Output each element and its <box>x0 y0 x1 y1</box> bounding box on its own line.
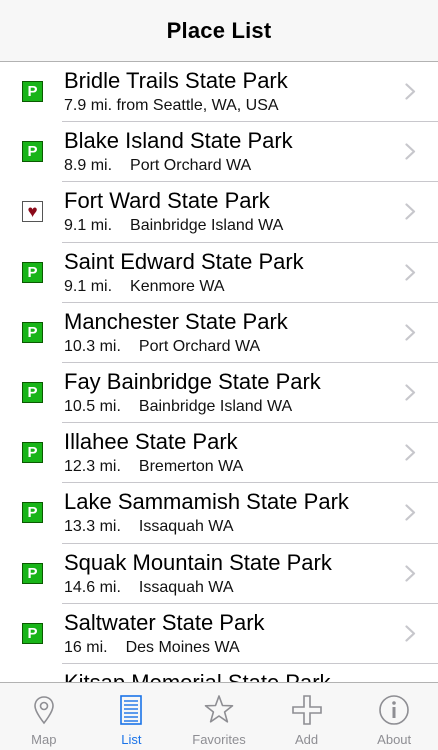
chevron-right-icon <box>405 564 416 582</box>
place-location: Issaquah WA <box>138 518 234 536</box>
place-name: Saint Edward State Park <box>64 248 304 274</box>
place-distance: 9.1 mi. <box>64 217 113 235</box>
place-location: Bainbridge Island WA <box>138 397 293 415</box>
place-detail: 10.3 mi. Port Orchard WA <box>64 338 260 356</box>
place-detail: 9.1 mi. Kenmore WA <box>64 278 225 296</box>
place-name: Bridle Trails State Park <box>64 68 288 93</box>
place-detail: 10.5 mi. Bainbridge Island WA <box>64 398 292 416</box>
place-name: Fort Ward State Park <box>64 188 270 214</box>
list-item[interactable]: P Kitsap Memorial State Park <box>0 664 438 682</box>
list-item[interactable]: P Bridle Trails State Park 7.9 mi. from … <box>0 62 438 123</box>
place-detail: 16 mi. Des Moines WA <box>64 639 240 657</box>
place-name: Squak Mountain State Park <box>64 549 332 575</box>
list-item[interactable]: P Saltwater State Park 16 mi. Des Moines … <box>0 604 438 664</box>
list-item[interactable]: P Manchester State Park 10.3 mi. Port Orc… <box>0 303 438 363</box>
tab-add[interactable]: Add <box>263 683 351 750</box>
place-name: Lake Sammamish State Park <box>64 489 349 515</box>
place-distance: 7.9 mi. from Seattle, WA, USA <box>64 97 279 114</box>
chevron-right-icon <box>405 625 416 642</box>
plus-icon <box>291 695 322 725</box>
chevron-right-icon <box>405 263 416 281</box>
tab-favorites[interactable]: Favorites <box>175 683 263 750</box>
list-item[interactable]: P Illahee State Park 12.3 mi. Bremerton W… <box>0 423 438 484</box>
tab-bar: Map List Favorites Add About <box>0 682 438 750</box>
place-location: Bremerton WA <box>138 458 244 476</box>
place-distance: 9.1 mi. <box>64 277 113 295</box>
place-name: Fay Bainbridge State Park <box>64 368 321 394</box>
list-item[interactable]: P Squak Mountain State Park 14.6 mi. Issa… <box>0 544 438 604</box>
park-icon: P <box>22 562 43 584</box>
place-location: Bainbridge Island WA <box>130 217 284 235</box>
tab-label: About <box>377 732 412 747</box>
place-location: Issaquah WA <box>138 578 234 596</box>
place-detail: 14.6 mi. Issaquah WA <box>64 579 233 597</box>
tab-label: Favorites <box>192 732 246 747</box>
park-icon: P <box>22 321 43 343</box>
chevron-right-icon <box>405 444 416 461</box>
tab-list[interactable]: List <box>88 683 176 750</box>
list-item[interactable]: P Blake Island State Park 8.9 mi. Port Or… <box>0 122 438 183</box>
tab-label: Map <box>31 732 57 747</box>
list-icon <box>120 695 143 725</box>
place-detail: 8.9 mi. Port Orchard WA <box>64 157 251 175</box>
map-pin-icon <box>33 696 54 725</box>
park-icon: P <box>22 81 43 102</box>
place-detail: 12.3 mi. Bremerton WA <box>64 458 243 476</box>
park-icon: P <box>22 622 43 644</box>
list-item[interactable]: ♥ Fort Ward State Park 9.1 mi. Bainbridge… <box>0 182 438 243</box>
place-distance: 10.5 mi. <box>64 397 121 415</box>
place-distance: 10.3 mi. <box>64 337 121 355</box>
chevron-right-icon <box>405 143 416 160</box>
tab-map[interactable]: Map <box>0 683 88 750</box>
tab-about[interactable]: About <box>350 683 438 750</box>
place-distance: 14.6 mi. <box>64 578 121 596</box>
chevron-right-icon <box>405 203 416 220</box>
place-distance: 12.3 mi. <box>64 458 121 476</box>
chevron-right-icon <box>405 504 416 521</box>
info-icon <box>379 695 409 725</box>
place-detail: 13.3 mi. Issaquah WA <box>64 518 233 536</box>
place-name: Kitsap Memorial State Park <box>64 670 331 682</box>
park-icon: P <box>22 381 43 403</box>
place-detail: 9.1 mi. Bainbridge Island WA <box>64 217 283 235</box>
place-detail: 7.9 mi. from Seattle, WA, USA <box>64 97 279 115</box>
place-name: Blake Island State Park <box>64 128 293 154</box>
chevron-right-icon <box>405 324 416 341</box>
star-icon <box>204 695 234 723</box>
park-icon: P <box>22 141 43 163</box>
heart-icon: ♥ <box>22 201 43 223</box>
chevron-right-icon <box>405 384 416 401</box>
place-name: Manchester State Park <box>64 308 288 334</box>
chevron-right-icon <box>405 83 416 100</box>
park-icon: P <box>22 261 43 283</box>
list-item[interactable]: P Fay Bainbridge State Park 10.5 mi. Bain… <box>0 363 438 424</box>
list-item[interactable]: P Saint Edward State Park 9.1 mi. Kenmore… <box>0 243 438 303</box>
place-location: Kenmore WA <box>130 277 225 295</box>
place-name: Illahee State Park <box>64 429 238 455</box>
place-location: Des Moines WA <box>125 638 240 656</box>
nav-bar: Place List <box>0 0 438 62</box>
place-distance: 16 mi. <box>64 638 108 656</box>
place-distance: 13.3 mi. <box>64 518 121 536</box>
tab-label: Add <box>295 732 319 747</box>
place-location: Port Orchard WA <box>130 157 252 175</box>
park-icon: P <box>22 442 43 464</box>
place-distance: 8.9 mi. <box>64 157 113 175</box>
place-list[interactable]: P Bridle Trails State Park 7.9 mi. from … <box>0 62 438 682</box>
park-icon: P <box>22 502 43 524</box>
tab-label: List <box>121 732 142 747</box>
page-title: Place List <box>166 17 272 43</box>
place-location: Port Orchard WA <box>138 337 261 355</box>
list-item[interactable]: P Lake Sammamish State Park 13.3 mi. Issa… <box>0 483 438 544</box>
place-name: Saltwater State Park <box>64 609 265 635</box>
